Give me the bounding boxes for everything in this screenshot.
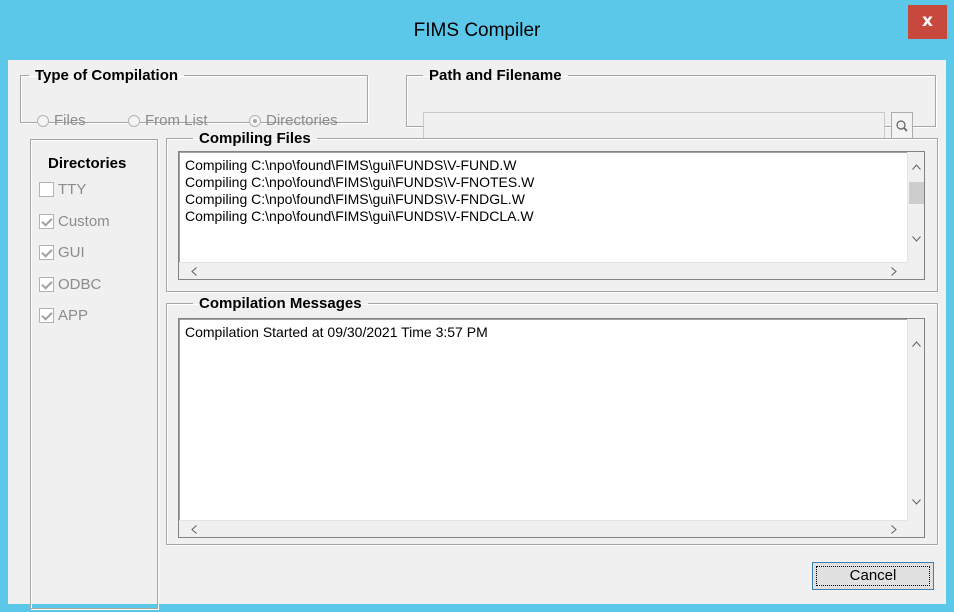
directories-heading: Directories	[48, 155, 127, 172]
fims-compiler-window: FIMS Compiler x Type of Compilation File…	[0, 0, 954, 612]
scroll-corner	[907, 262, 924, 279]
list-item: Compiling C:\npo\found\FIMS\gui\FUNDS\V-…	[185, 208, 534, 224]
compilation-messages-legend: Compilation Messages	[199, 295, 362, 312]
radio-directories[interactable]: Directories	[249, 112, 338, 129]
scroll-thumb[interactable]	[909, 182, 924, 204]
list-item: Compiling C:\npo\found\FIMS\gui\FUNDS\V-…	[185, 174, 535, 190]
scroll-down-icon[interactable]	[908, 493, 924, 510]
compiling-files-list[interactable]: Compiling C:\npo\found\FIMS\gui\FUNDS\V-…	[178, 151, 925, 280]
list-item: Compiling C:\npo\found\FIMS\gui\FUNDS\V-…	[185, 191, 525, 207]
checkbox-odbc-label: ODBC	[58, 276, 102, 293]
radio-files[interactable]: Files	[37, 112, 86, 129]
radio-directories-label: Directories	[266, 112, 338, 129]
checkmark-icon	[39, 245, 54, 260]
checkbox-app-label: APP	[58, 307, 89, 324]
scroll-down-icon[interactable]	[908, 230, 924, 247]
checkbox-gui[interactable]: GUI	[39, 244, 85, 261]
path-legend: Path and Filename	[429, 67, 562, 84]
compilation-messages-list[interactable]: Compilation Started at 09/30/2021 Time 3…	[178, 318, 925, 538]
vertical-scrollbar[interactable]	[907, 152, 924, 262]
radio-selected-icon	[249, 114, 261, 127]
radio-circle-icon	[37, 114, 49, 127]
checkbox-custom[interactable]: Custom	[39, 213, 110, 230]
compilation-type-group: Type of Compilation Files From List Dire…	[20, 67, 368, 129]
compilation-type-legend: Type of Compilation	[35, 67, 179, 84]
cancel-button-label: Cancel	[849, 567, 897, 584]
checkbox-icon	[39, 182, 54, 197]
compiling-files-lines: Compiling C:\npo\found\FIMS\gui\FUNDS\V-…	[185, 157, 534, 225]
checkbox-tty-label: TTY	[58, 181, 87, 198]
scroll-corner	[907, 520, 924, 537]
directories-panel: Directories TTY Custom GUI ODBC APP	[30, 139, 158, 609]
checkmark-icon	[39, 277, 54, 292]
compiling-files-legend: Compiling Files	[199, 130, 311, 147]
radio-from-list-label: From List	[145, 112, 208, 129]
path-group: Path and Filename	[406, 67, 936, 140]
compilation-messages-lines: Compilation Started at 09/30/2021 Time 3…	[185, 324, 488, 341]
dialog-body: Type of Compilation Files From List Dire…	[8, 60, 946, 609]
radio-circle-icon	[128, 114, 140, 127]
scroll-up-icon[interactable]	[908, 158, 924, 175]
vertical-scrollbar[interactable]	[907, 319, 924, 520]
scroll-left-icon[interactable]	[185, 521, 202, 537]
checkbox-gui-label: GUI	[58, 244, 85, 261]
checkbox-tty[interactable]: TTY	[39, 181, 86, 198]
scroll-left-icon[interactable]	[185, 263, 202, 279]
horizontal-scrollbar[interactable]	[179, 520, 909, 537]
checkmark-icon	[39, 308, 54, 323]
checkmark-icon	[39, 214, 54, 229]
checkbox-app[interactable]: APP	[39, 307, 88, 324]
message-line: Compilation Started at 09/30/2021 Time 3…	[185, 324, 488, 340]
checkbox-custom-label: Custom	[58, 213, 110, 230]
close-icon: x	[922, 11, 933, 31]
close-button[interactable]: x	[908, 5, 947, 39]
radio-from-list[interactable]: From List	[128, 112, 208, 129]
title-bar[interactable]: FIMS Compiler x	[0, 0, 954, 60]
scroll-right-icon[interactable]	[885, 521, 902, 537]
window-title: FIMS Compiler	[413, 20, 541, 41]
checkbox-odbc[interactable]: ODBC	[39, 276, 101, 293]
radio-files-label: Files	[54, 112, 86, 129]
cancel-button[interactable]: Cancel	[812, 562, 934, 590]
scroll-right-icon[interactable]	[885, 263, 902, 279]
scroll-up-icon[interactable]	[908, 335, 924, 352]
horizontal-scrollbar[interactable]	[179, 262, 909, 279]
list-item: Compiling C:\npo\found\FIMS\gui\FUNDS\V-…	[185, 157, 517, 173]
